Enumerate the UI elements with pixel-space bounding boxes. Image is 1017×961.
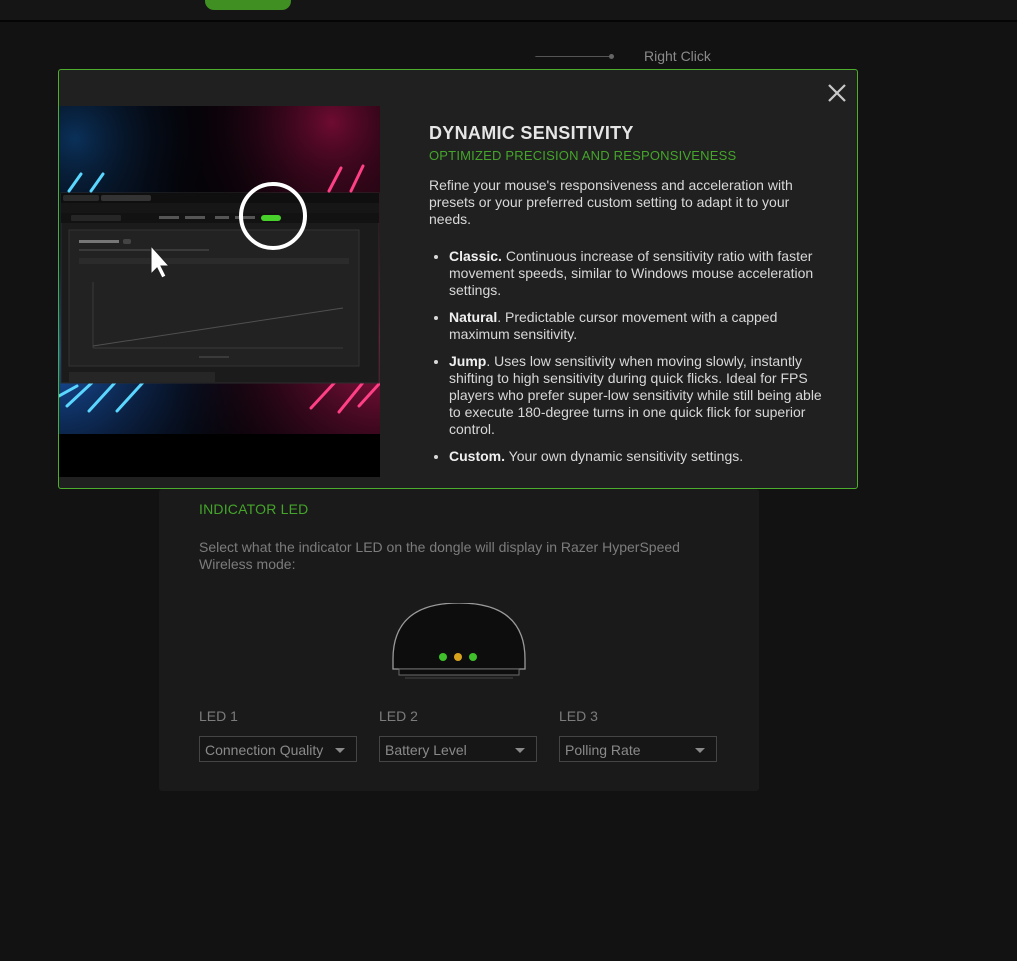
chevron-down-icon [695,748,705,753]
mode-name: Classic. [449,248,502,264]
led-1-group: LED 1 Connection Quality [199,708,359,762]
indicator-led-panel: INDICATOR LED Select what the indicator … [159,489,759,791]
dynamic-sensitivity-modal: DYNAMIC SENSITIVITY OPTIMIZED PRECISION … [58,69,858,489]
led-2-select[interactable]: Battery Level [379,736,537,762]
right-click-label: Right Click [644,48,711,64]
list-item: Custom. Your own dynamic sensitivity set… [449,448,829,465]
callout-line [560,56,610,57]
led-dot [439,653,447,661]
led-dot [469,653,477,661]
top-tab-pill[interactable] [205,0,291,10]
mode-description: . Predictable cursor movement with a cap… [449,309,778,342]
led-3-value: Polling Rate [565,742,641,758]
sensitivity-modes-list: Classic. Continuous increase of sensitiv… [429,248,829,465]
modal-text-column: DYNAMIC SENSITIVITY OPTIMIZED PRECISION … [429,123,829,475]
led-2-label: LED 2 [379,708,418,724]
led-3-group: LED 3 Polling Rate [559,708,719,762]
modal-intro: Refine your mouse's responsiveness and a… [429,177,793,227]
led-2-group: LED 2 Battery Level [379,708,539,762]
led-dot [454,653,462,661]
led-3-label: LED 3 [559,708,598,724]
callout-dot [609,54,614,59]
chevron-down-icon [335,748,345,753]
mode-name: Natural [449,309,498,325]
mode-description: Your own dynamic sensitivity settings. [505,448,744,464]
list-item: Natural. Predictable cursor movement wit… [449,309,829,343]
led-1-select[interactable]: Connection Quality [199,736,357,762]
led-1-label: LED 1 [199,708,238,724]
mode-name: Custom. [449,448,505,464]
dongle-image [392,603,526,679]
indicator-led-title: INDICATOR LED [199,501,309,517]
top-bar [0,0,1017,22]
list-item: Jump. Uses low sensitivity when moving s… [449,353,829,438]
led-2-value: Battery Level [385,742,467,758]
feature-preview-image [59,106,380,477]
indicator-led-description: Select what the indicator LED on the don… [199,539,680,572]
close-icon [828,84,846,102]
mode-description: Continuous increase of sensitivity ratio… [449,248,814,298]
neon-preview-graphic [59,106,380,477]
led-3-select[interactable]: Polling Rate [559,736,717,762]
modal-title: DYNAMIC SENSITIVITY [429,123,634,143]
mode-description: . Uses low sensitivity when moving slowl… [449,353,822,437]
list-item: Classic. Continuous increase of sensitiv… [449,248,829,299]
close-button[interactable] [826,82,848,104]
chevron-down-icon [515,748,525,753]
mode-name: Jump [449,353,487,369]
modal-subtitle: OPTIMIZED PRECISION AND RESPONSIVENESS [429,148,737,163]
led-1-value: Connection Quality [205,742,324,758]
